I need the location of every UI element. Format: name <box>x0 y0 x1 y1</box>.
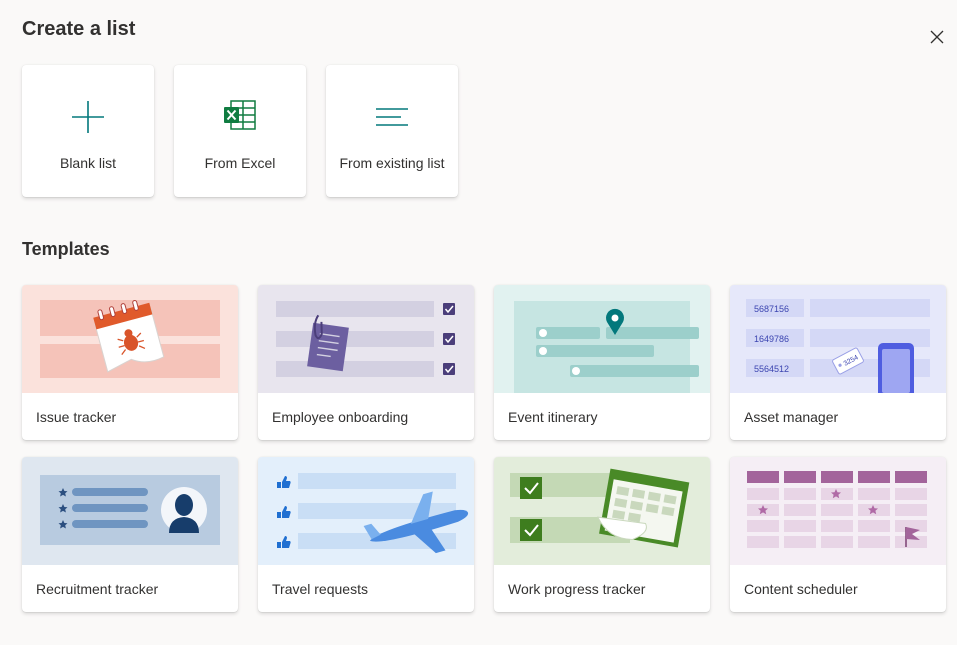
template-employee-onboarding[interactable]: Employee onboarding <box>258 285 474 440</box>
template-label: Event itinerary <box>508 409 598 425</box>
asset-tag-phone-illustration: 5687156 1649786 5564512 3254 <box>730 285 946 393</box>
template-label: Content scheduler <box>744 581 858 597</box>
template-asset-manager[interactable]: 5687156 1649786 5564512 3254 Asset manag… <box>730 285 946 440</box>
template-content-scheduler[interactable]: Content scheduler <box>730 457 946 612</box>
asset-number: 1649786 <box>754 334 789 344</box>
excel-icon <box>174 100 306 134</box>
candidate-profile-illustration <box>22 457 238 565</box>
template-label: Travel requests <box>272 581 368 597</box>
from-excel-card[interactable]: From Excel <box>174 65 306 197</box>
template-label: Asset manager <box>744 409 839 425</box>
from-existing-list-label: From existing list <box>339 155 445 171</box>
asset-number: 5687156 <box>754 304 789 314</box>
airplane-illustration <box>258 457 474 565</box>
templates-heading: Templates <box>22 239 110 259</box>
asset-number: 5564512 <box>754 364 789 374</box>
close-button[interactable] <box>926 26 948 48</box>
blank-list-label: Blank list <box>59 155 117 171</box>
template-event-itinerary[interactable]: Event itinerary <box>494 285 710 440</box>
template-travel-requests[interactable]: Travel requests <box>258 457 474 612</box>
checked-calendar-illustration <box>494 457 710 565</box>
dialog-title: Create a list <box>22 18 136 40</box>
from-existing-list-card[interactable]: From existing list <box>326 65 458 197</box>
template-recruitment-tracker[interactable]: Recruitment tracker <box>22 457 238 612</box>
blank-list-card[interactable]: Blank list <box>22 65 154 197</box>
template-label: Work progress tracker <box>508 581 646 597</box>
list-lines-icon <box>326 100 458 134</box>
from-excel-label: From Excel <box>204 155 276 171</box>
schedule-grid-illustration <box>730 457 946 565</box>
template-issue-tracker[interactable]: Issue tracker <box>22 285 238 440</box>
bug-calendar-illustration <box>22 285 238 393</box>
template-label: Employee onboarding <box>272 409 409 425</box>
template-label: Issue tracker <box>36 409 117 425</box>
template-work-progress-tracker[interactable]: Work progress tracker <box>494 457 710 612</box>
template-label: Recruitment tracker <box>36 581 159 597</box>
close-icon <box>930 30 944 44</box>
map-pin-timeline-illustration <box>494 285 710 393</box>
plus-icon <box>22 100 154 134</box>
clipboard-checklist-illustration <box>258 285 474 393</box>
